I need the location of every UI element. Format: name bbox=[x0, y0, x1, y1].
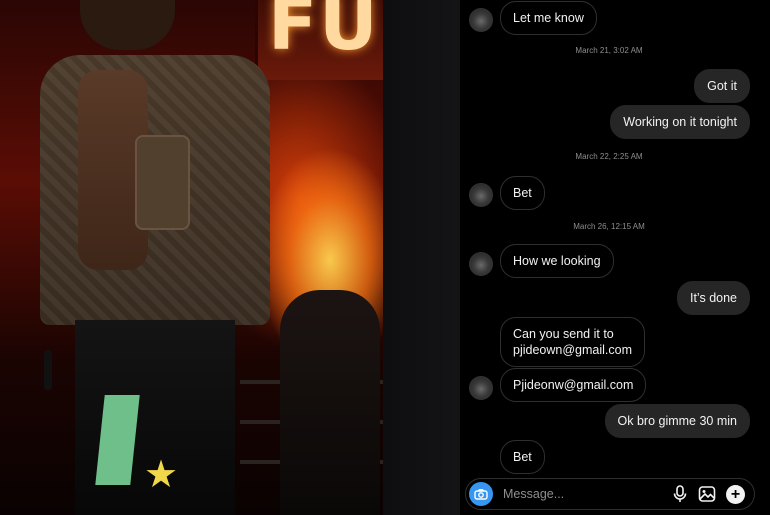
avatar[interactable] bbox=[469, 183, 493, 207]
message-incoming[interactable]: How we looking bbox=[500, 244, 614, 278]
message-text: Bet bbox=[513, 450, 532, 464]
star-icon: ★ bbox=[144, 454, 179, 496]
chat-gutter bbox=[383, 0, 460, 515]
message-text-line: pjideown@gmail.com bbox=[513, 343, 632, 357]
message-outgoing[interactable]: Got it bbox=[694, 69, 750, 103]
message-incoming[interactable]: Bet bbox=[500, 176, 545, 210]
microphone bbox=[44, 350, 52, 390]
message-text: Ok bro gimme 30 min bbox=[617, 414, 737, 428]
message-text: Got it bbox=[707, 79, 737, 93]
timestamp: March 21, 3:02 AM bbox=[575, 46, 643, 55]
microphone-icon[interactable] bbox=[670, 484, 690, 504]
message-text: Working on it tonight bbox=[623, 115, 737, 129]
message-input[interactable]: Message... bbox=[503, 487, 564, 501]
camera-button[interactable] bbox=[469, 482, 493, 506]
message-outgoing[interactable]: Working on it tonight bbox=[610, 105, 750, 139]
avatar[interactable] bbox=[469, 252, 493, 276]
camera-icon bbox=[474, 489, 488, 500]
message-text-line: Can you send it to bbox=[513, 327, 614, 341]
stage-sign-text: FU bbox=[268, 0, 380, 66]
avatar[interactable] bbox=[469, 376, 493, 400]
jacket-pocket bbox=[135, 135, 190, 230]
message-text: It’s done bbox=[689, 291, 737, 305]
timestamp: March 26, 12:15 AM bbox=[573, 222, 645, 231]
avatar[interactable] bbox=[469, 8, 493, 32]
photographer-silhouette bbox=[280, 290, 380, 515]
plus-icon[interactable]: + bbox=[726, 485, 745, 504]
performer-head bbox=[80, 0, 175, 50]
message-text: How we looking bbox=[513, 254, 601, 268]
concert-photo: FU ★ bbox=[0, 0, 383, 515]
message-text: Pjideonw@gmail.com bbox=[513, 378, 634, 392]
gallery-icon[interactable] bbox=[697, 484, 717, 504]
message-text: Let me know bbox=[513, 11, 584, 25]
message-incoming[interactable]: Can you send it to pjideown@gmail.com bbox=[500, 317, 645, 367]
timestamp: March 22, 2:25 AM bbox=[575, 152, 643, 161]
message-incoming[interactable]: Pjideonw@gmail.com bbox=[500, 368, 647, 402]
message-outgoing[interactable]: It’s done bbox=[676, 281, 750, 315]
message-incoming[interactable]: Bet bbox=[500, 440, 545, 474]
message-outgoing[interactable]: Ok bro gimme 30 min bbox=[604, 404, 750, 438]
message-incoming[interactable]: Let me know bbox=[500, 1, 597, 35]
message-text: Bet bbox=[513, 186, 532, 200]
